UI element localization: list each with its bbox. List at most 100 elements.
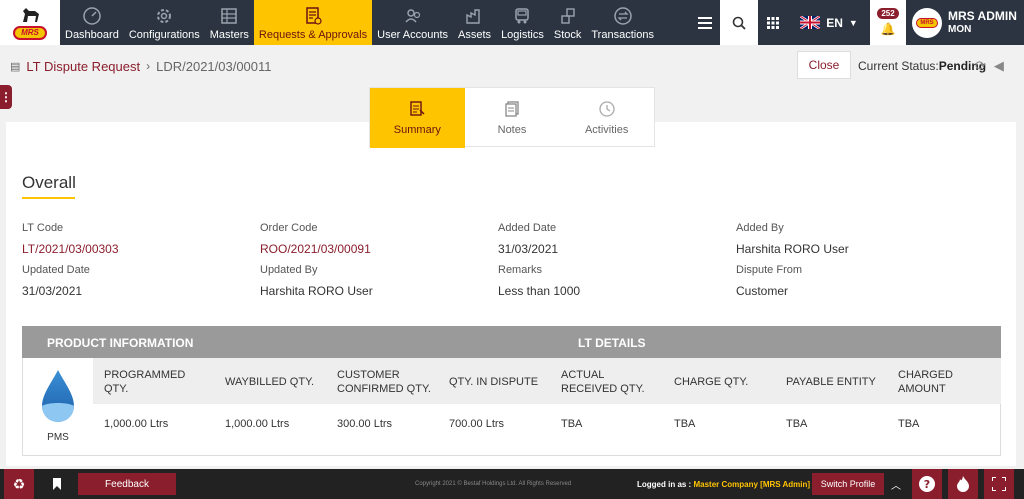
col-payable-entity: PAYABLE ENTITY (786, 376, 876, 388)
field-label: LT Code (22, 222, 64, 234)
requests-icon (306, 7, 322, 25)
nav-dashboard[interactable]: Dashboard (60, 0, 124, 45)
switch-profile-button[interactable]: Switch Profile (812, 473, 884, 495)
chevron-up-icon[interactable]: ︿ (886, 469, 906, 499)
field-label: Remarks (498, 264, 543, 276)
fuel-drop-icon (42, 370, 74, 422)
transactions-icon (613, 7, 632, 25)
search-button[interactable] (720, 0, 758, 45)
notification-count-badge: 252 (877, 8, 899, 19)
status-label: Current Status: (858, 59, 939, 73)
nav-configurations[interactable]: Configurations (124, 0, 205, 45)
hamburger-menu-button[interactable] (690, 0, 720, 45)
order-code-link[interactable]: ROO/2021/03/00091 (260, 242, 371, 256)
logged-in-label: Logged in as : (637, 480, 692, 489)
nav-requests-approvals-label: Requests & Approvals (258, 29, 368, 41)
user-role: MON (948, 23, 972, 35)
cell-customer-confirmed-qty: 300.00 Ltrs (337, 418, 393, 430)
cell-qty-in-dispute: 700.00 Ltrs (449, 418, 505, 430)
main-menu: Dashboard Configurations Masters Request… (60, 0, 659, 45)
masters-icon (221, 8, 238, 24)
col-charged-amount: CHARGED AMOUNT (898, 369, 954, 395)
flame-button[interactable] (948, 469, 978, 499)
truck-icon (515, 8, 530, 24)
document-icon: ▤ (10, 60, 21, 73)
field-value: Less than 1000 (498, 284, 581, 298)
tab-activities[interactable]: Activities (559, 88, 654, 148)
col-actual-received-qty: ACTUAL RECEIVED QTY. (561, 369, 645, 395)
logged-in-company: Master Company [MRS Admin] (693, 480, 811, 489)
nav-stock[interactable]: Stock (549, 0, 587, 45)
copyright-text: Copyright 2021 © Bestaf Holdings Ltd. Al… (415, 481, 572, 487)
field-value: Customer (736, 284, 789, 298)
cell-programmed-qty: 1,000.00 Ltrs (104, 418, 169, 430)
apps-grid-button[interactable] (758, 0, 788, 45)
user-profile-menu[interactable]: MRS MRS ADMIN MON (906, 0, 1024, 45)
nav-logistics[interactable]: Logistics (496, 0, 549, 45)
nav-logistics-label: Logistics (501, 29, 544, 41)
product-cell: PMS (33, 368, 83, 448)
field-label: Order Code (260, 222, 318, 234)
grid-icon (767, 16, 779, 29)
tab-activities-label: Activities (584, 124, 629, 136)
nav-assets[interactable]: Assets (453, 0, 496, 45)
footer: ♻ Feedback Copyright 2021 © Bestaf Holdi… (0, 469, 1024, 499)
current-status: Current Status:Pending (858, 59, 986, 73)
logo[interactable]: MRS (0, 0, 60, 45)
tab-summary[interactable]: Summary (370, 88, 465, 148)
col-waybilled-qty: WAYBILLED QTY. (225, 376, 315, 388)
notes-icon (505, 101, 519, 117)
section-title: Overall (22, 173, 76, 192)
activities-icon (599, 101, 615, 117)
lt-code-link[interactable]: LT/2021/03/00303 (22, 242, 119, 256)
svg-text:?: ? (924, 478, 930, 491)
tab-notes-label: Notes (497, 124, 527, 136)
field-dispute-from: Dispute From Customer (736, 264, 802, 298)
horse-logo-icon (23, 7, 39, 22)
language-selector[interactable]: EN ▼ (788, 0, 870, 45)
breadcrumb-current: LDR/2021/03/00011 (156, 58, 272, 74)
feedback-button[interactable]: Feedback (78, 473, 176, 495)
close-button[interactable]: Close (797, 51, 851, 79)
notifications-button[interactable]: 252 🔔 (870, 0, 906, 45)
product-table: PMS PROGRAMMED QTY. WAYBILLED QTY. CUSTO… (22, 358, 1001, 456)
field-label: Added Date (498, 222, 557, 234)
nav-transactions[interactable]: Transactions (586, 0, 659, 45)
cell-charge-qty: TBA (674, 418, 696, 430)
col-programmed-qty: PROGRAMMED QTY. (104, 369, 186, 395)
dashboard-icon (83, 7, 101, 25)
refresh-icon[interactable]: ⟳ (975, 58, 986, 74)
field-value: Harshita RORO User (736, 242, 849, 256)
lt-details-header: LT DETAILS (578, 336, 646, 350)
field-added-date: Added Date 31/03/2021 (498, 222, 558, 256)
summary-icon (410, 101, 425, 116)
fullscreen-icon (992, 477, 1006, 491)
fullscreen-button[interactable] (984, 469, 1014, 499)
logged-in-info: Logged in as : Master Company [MRS Admin… (637, 480, 810, 489)
recycle-button[interactable]: ♻ (4, 469, 34, 499)
cell-payable-entity: TBA (786, 418, 808, 430)
field-remarks: Remarks Less than 1000 (498, 264, 580, 298)
nav-masters[interactable]: Masters (205, 0, 254, 45)
back-arrow-icon[interactable]: ◀ (994, 58, 1004, 74)
tab-notes[interactable]: Notes (465, 88, 560, 148)
field-label: Added By (736, 222, 784, 234)
field-added-by: Added By Harshita RORO User (736, 222, 849, 256)
nav-user-accounts[interactable]: User Accounts (372, 0, 453, 45)
cell-actual-received-qty: TBA (561, 418, 583, 430)
product-name: PMS (47, 432, 69, 443)
field-updated-by: Updated By Harshita RORO User (260, 264, 373, 298)
breadcrumb-parent-link[interactable]: LT Dispute Request (26, 59, 140, 74)
field-label: Updated By (260, 264, 318, 276)
col-customer-confirmed-qty: CUSTOMER CONFIRMED QTY. (337, 369, 431, 395)
help-button[interactable]: ? (912, 469, 942, 499)
user-name: MRS ADMIN (948, 8, 1017, 23)
nav-requests-approvals[interactable]: Requests & Approvals (253, 0, 373, 45)
tab-summary-label: Summary (393, 124, 441, 136)
bookmark-button[interactable] (42, 469, 72, 499)
field-label: Dispute From (736, 264, 803, 276)
assets-icon (465, 9, 480, 24)
field-value: Harshita RORO User (260, 284, 373, 298)
side-panel-toggle[interactable]: ⋮ (0, 85, 12, 109)
stock-icon (560, 8, 575, 24)
